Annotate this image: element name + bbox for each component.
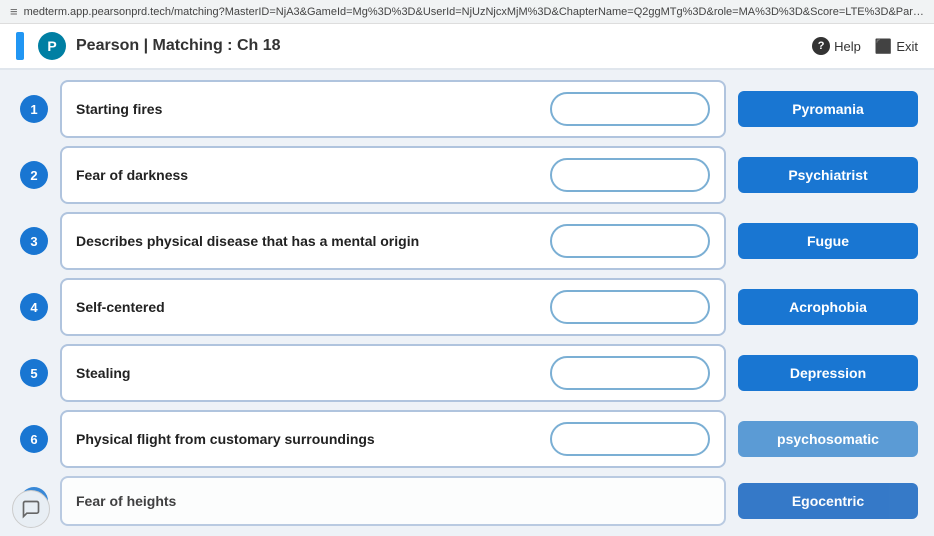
question-text-1: Starting fires	[76, 101, 162, 117]
question-box-3: Describes physical disease that has a me…	[60, 212, 726, 270]
answer-button-7[interactable]: Egocentric	[738, 483, 918, 519]
nav-title: Pearson | Matching : Ch 18	[76, 37, 281, 55]
address-bar: ≡ medterm.app.pearsonprd.tech/matching?M…	[0, 0, 934, 24]
exit-label: Exit	[896, 39, 918, 54]
exit-button[interactable]: ⬛ Exit	[875, 38, 918, 55]
question-text-6: Physical flight from customary surroundi…	[76, 431, 375, 447]
tab-indicator	[16, 32, 24, 60]
answer-drop-4[interactable]	[550, 290, 710, 324]
matching-row-5: 5 Stealing Depression	[20, 344, 918, 402]
answer-button-6[interactable]: psychosomatic	[738, 421, 918, 457]
question-box-4: Self-centered	[60, 278, 726, 336]
browser-icon: ≡	[10, 4, 18, 19]
answer-drop-3[interactable]	[550, 224, 710, 258]
question-box-7: Fear of heights	[60, 476, 726, 526]
matching-row-4: 4 Self-centered Acrophobia	[20, 278, 918, 336]
help-icon: ?	[812, 37, 830, 55]
row-number-2: 2	[20, 161, 48, 189]
nav-right: ? Help ⬛ Exit	[812, 37, 918, 55]
question-text-4: Self-centered	[76, 299, 165, 315]
answer-drop-1[interactable]	[550, 92, 710, 126]
answer-button-3[interactable]: Fugue	[738, 223, 918, 259]
answer-drop-5[interactable]	[550, 356, 710, 390]
answer-button-4[interactable]: Acrophobia	[738, 289, 918, 325]
question-box-6: Physical flight from customary surroundi…	[60, 410, 726, 468]
answer-button-5[interactable]: Depression	[738, 355, 918, 391]
row-number-5: 5	[20, 359, 48, 387]
url-text: medterm.app.pearsonprd.tech/matching?Mas…	[24, 6, 924, 18]
main-content: 1 Starting fires Pyromania 2 Fear of dar…	[0, 70, 934, 536]
help-button[interactable]: ? Help	[812, 37, 861, 55]
answer-button-1[interactable]: Pyromania	[738, 91, 918, 127]
question-text-7: Fear of heights	[76, 493, 176, 509]
matching-row-1: 1 Starting fires Pyromania	[20, 80, 918, 138]
matching-row-7: 7 Fear of heights Egocentric	[20, 476, 918, 526]
exit-icon: ⬛	[875, 38, 892, 55]
row-number-4: 4	[20, 293, 48, 321]
pearson-logo: P	[38, 32, 66, 60]
answer-drop-2[interactable]	[550, 158, 710, 192]
matching-row-2: 2 Fear of darkness Psychiatrist	[20, 146, 918, 204]
question-box-5: Stealing	[60, 344, 726, 402]
top-nav: P Pearson | Matching : Ch 18 ? Help ⬛ Ex…	[0, 24, 934, 70]
answer-drop-6[interactable]	[550, 422, 710, 456]
question-text-5: Stealing	[76, 365, 130, 381]
matching-row-6: 6 Physical flight from customary surroun…	[20, 410, 918, 468]
row-number-3: 3	[20, 227, 48, 255]
matching-row-3: 3 Describes physical disease that has a …	[20, 212, 918, 270]
question-box-2: Fear of darkness	[60, 146, 726, 204]
question-text-3: Describes physical disease that has a me…	[76, 233, 419, 249]
question-text-2: Fear of darkness	[76, 167, 188, 183]
question-box-1: Starting fires	[60, 80, 726, 138]
help-label: Help	[834, 39, 861, 54]
row-number-1: 1	[20, 95, 48, 123]
chat-icon-button[interactable]	[12, 490, 50, 528]
row-number-6: 6	[20, 425, 48, 453]
nav-left: P Pearson | Matching : Ch 18	[16, 32, 281, 60]
answer-button-2[interactable]: Psychiatrist	[738, 157, 918, 193]
